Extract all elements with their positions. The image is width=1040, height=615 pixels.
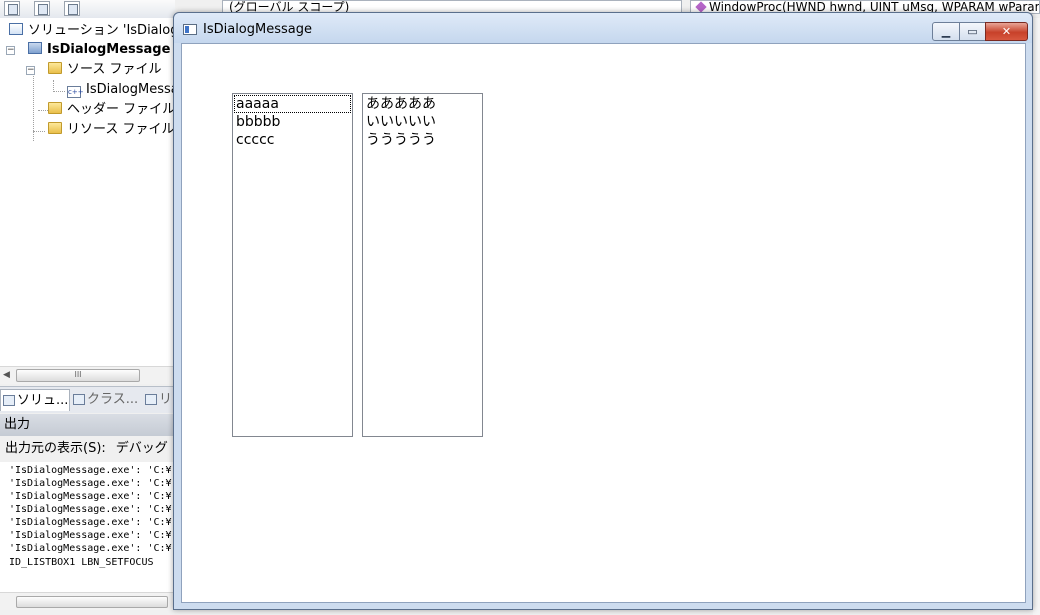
tree-line [38,110,48,111]
output-line: 'IsDialogMessage.exe': 'C:¥ [9,465,172,476]
tree-item-label: ヘッダー ファイル [67,102,175,117]
listbox-1[interactable]: aaaaa bbbbb ccccc [232,93,353,437]
tree-item-cpp-file[interactable]: c++IsDialogMessage.cpp [67,80,175,100]
method-icon [695,1,707,13]
output-source-label: 出力元の表示(S): [5,441,106,456]
tree-item-label: ソース ファイル [67,62,162,77]
list-item[interactable]: bbbbb [234,113,351,131]
list-item[interactable]: ccccc [234,131,351,149]
title-bar[interactable]: IsDialogMessage ▁ ▭ ✕ [174,13,1032,43]
project-icon [28,42,42,54]
tree-item-header-files[interactable]: ヘッダー ファイル [48,100,175,120]
output-line: 'IsDialogMessage.exe': 'C:¥ [9,504,172,515]
collapse-toggle-icon[interactable]: − [26,66,35,75]
output-text-area[interactable]: 'IsDialogMessage.exe': 'C:¥ 'IsDialogMes… [0,462,175,592]
view-code-icon[interactable] [64,1,80,16]
tab-label: リ [159,392,173,407]
dialog-window: IsDialogMessage ▁ ▭ ✕ aaaaa bbbbb ccccc … [173,12,1033,610]
solution-explorer-scrollbar[interactable]: ◀ III [0,366,175,384]
list-item[interactable]: ううううう [364,131,481,149]
listbox-2[interactable]: あああああ いいいいい ううううう [362,93,483,437]
explorer-tabs: ソリュ... クラス... リ [0,386,175,413]
close-button[interactable]: ✕ [985,22,1028,41]
output-line: 'IsDialogMessage.exe': 'C:¥ [9,478,172,489]
tree-item-source-files[interactable]: ソース ファイル [48,60,161,80]
output-panel-header: 出力 [0,414,175,436]
tab-resource-view[interactable]: リ [143,389,175,411]
solution-icon [9,23,23,35]
scroll-left-icon[interactable]: ◀ [3,370,10,380]
tree-item-project[interactable]: IsDialogMessage [28,40,170,60]
resource-view-icon [145,394,157,405]
tree-item-label: ソリューション 'IsDialogMessage' [28,23,175,38]
tree-item-label: IsDialogMessage.cpp [86,82,175,97]
output-source-dropdown[interactable]: デバッグ [116,441,168,456]
list-item[interactable]: いいいいい [364,113,481,131]
tab-label: ソリュ... [17,393,69,408]
collapse-toggle-icon[interactable]: − [6,46,15,55]
output-scrollbar[interactable] [0,592,175,610]
output-line: 'IsDialogMessage.exe': 'C:¥ [9,530,172,541]
class-view-icon [73,394,85,405]
app-icon[interactable] [183,24,197,35]
list-item[interactable]: あああああ [364,95,481,113]
scrollbar-thumb[interactable] [16,596,168,608]
solution-explorer-icon [3,395,15,406]
minimize-icon: ▁ [941,25,951,38]
tree-item-resource-files[interactable]: リソース ファイル [48,120,174,140]
properties-icon[interactable] [4,1,20,16]
maximize-icon: ▭ [967,25,978,38]
folder-icon [48,122,62,134]
folder-open-icon [48,62,62,74]
show-all-files-icon[interactable] [34,1,50,16]
editor-edge [1033,18,1040,615]
tree-item-label: リソース ファイル [67,122,175,137]
cpp-file-icon: c++ [67,86,84,98]
minimize-button[interactable]: ▁ [932,22,960,41]
solution-explorer: ソリューション 'IsDialogMessage' − IsDialogMess… [0,18,175,366]
tab-label: クラス... [87,392,139,407]
output-line: 'IsDialogMessage.exe': 'C:¥ [9,491,172,502]
scrollbar-thumb[interactable]: III [16,369,140,382]
tab-class-view[interactable]: クラス... [71,389,141,411]
tree-line [53,91,65,92]
output-line: 'IsDialogMessage.exe': 'C:¥ [9,517,172,528]
tree-item-solution[interactable]: ソリューション 'IsDialogMessage' [9,21,175,41]
output-line: ID_LISTBOX1 LBN_SETFOCUS [9,557,154,568]
close-icon: ✕ [1001,25,1012,38]
output-line: 'IsDialogMessage.exe': 'C:¥ [9,543,172,554]
tree-item-label: IsDialogMessage [47,42,171,57]
dialog-client-area: aaaaa bbbbb ccccc あああああ いいいいい ううううう [181,43,1026,603]
ide-toolbar [0,0,175,19]
maximize-button[interactable]: ▭ [959,22,986,41]
list-item[interactable]: aaaaa [234,95,351,113]
tree-line [33,131,45,132]
output-source-bar: 出力元の表示(S): デバッグ [0,436,175,462]
tab-solution-explorer[interactable]: ソリュ... [0,389,70,411]
folder-icon [48,102,62,114]
window-title: IsDialogMessage [203,22,312,37]
